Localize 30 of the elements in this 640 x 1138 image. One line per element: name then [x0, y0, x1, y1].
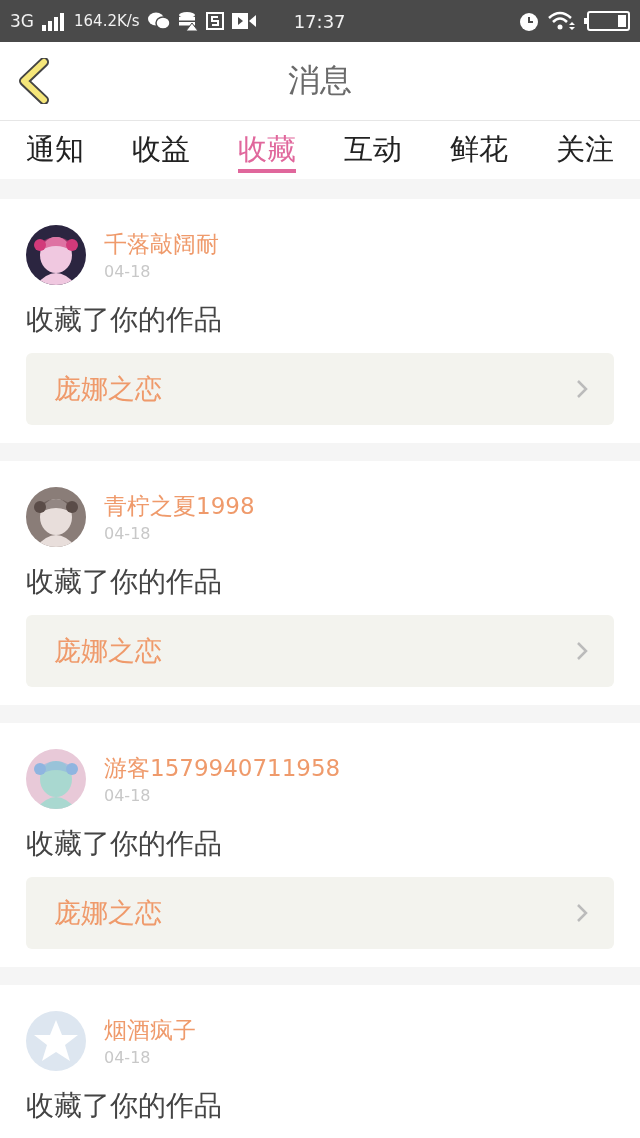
user-name: 千落敲阔耐 [104, 230, 219, 259]
back-button[interactable] [16, 58, 52, 104]
clock-time: 17:37 [293, 10, 346, 32]
default-avatar-icon [26, 1011, 86, 1071]
signal-icon [42, 11, 66, 31]
battery-icon [584, 11, 630, 31]
message-text: 收藏了你的作品 [26, 564, 223, 600]
page-title: 消息 [288, 60, 352, 101]
s-box-icon [205, 12, 224, 30]
wifi-icon [548, 11, 576, 31]
chevron-icon [576, 903, 588, 923]
network-speed: 164.2K/s [74, 12, 140, 30]
chevron-icon [576, 641, 588, 661]
user-name: 青柠之夏1998 [104, 492, 255, 521]
video-icon [231, 13, 256, 29]
tab[interactable]: 互动 [344, 125, 402, 173]
user-name: 烟酒疯子 [104, 1016, 196, 1045]
chevron-icon [576, 379, 588, 399]
message-text: 收藏了你的作品 [26, 1088, 223, 1124]
user-name: 游客1579940711958 [104, 754, 341, 783]
message-text: 收藏了你的作品 [26, 302, 223, 338]
chat-icon [147, 12, 170, 30]
tab[interactable]: 鲜花 [450, 125, 508, 173]
message-text: 收藏了你的作品 [26, 826, 223, 862]
network-type: 3G [10, 11, 34, 31]
tab[interactable]: 收益 [132, 125, 190, 173]
tab[interactable]: 关注 [556, 125, 614, 173]
alarm-icon [518, 10, 540, 32]
tab[interactable]: 通知 [26, 125, 84, 173]
database-icon [177, 11, 198, 31]
